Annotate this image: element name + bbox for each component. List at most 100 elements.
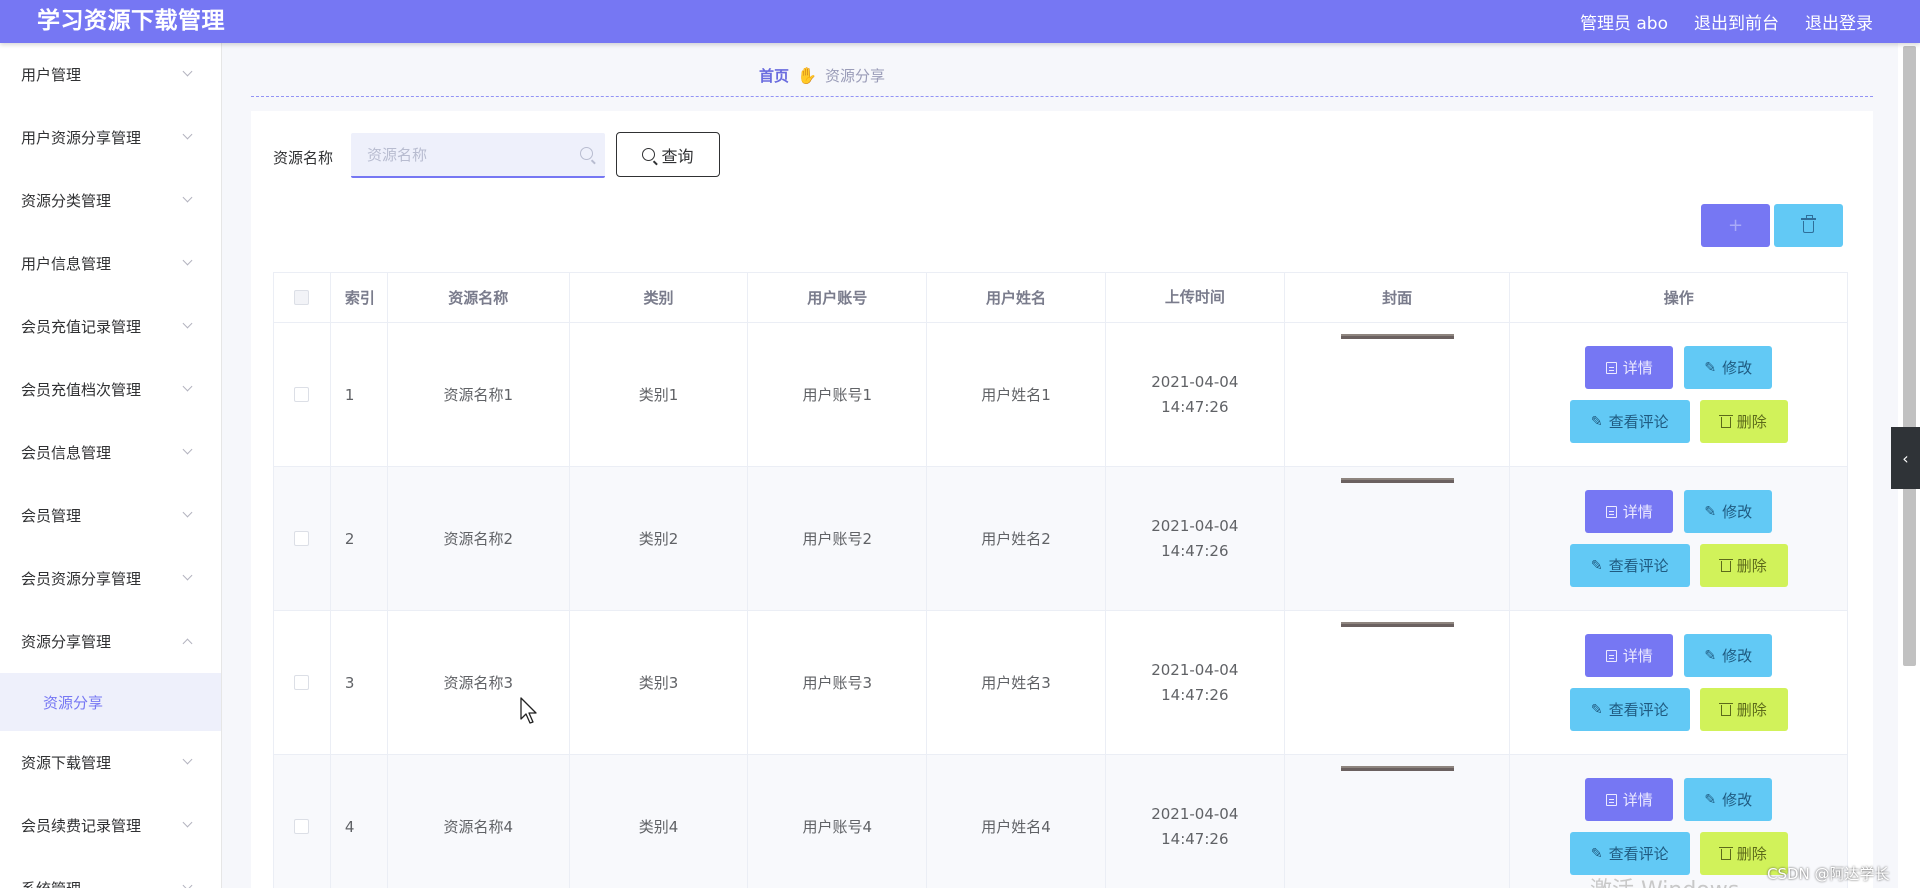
list-panel: 资源名称 资源名称 查询 + 索引 资源名称 类别 用户账号 用户姓名 上传时间: [251, 111, 1873, 888]
chevron-down-icon: [184, 68, 193, 77]
search-icon: [580, 147, 593, 160]
batch-delete-button[interactable]: [1774, 204, 1843, 247]
edit-label: 修改: [1722, 359, 1753, 377]
cell-upload-time: 2021-04-04 14:47:26: [1106, 467, 1285, 610]
row-checkbox[interactable]: [294, 387, 310, 402]
edit-button[interactable]: ✎ 修改: [1684, 346, 1773, 389]
detail-button[interactable]: 详情: [1585, 634, 1674, 677]
edit-button[interactable]: ✎ 修改: [1684, 490, 1773, 533]
chevron-down-icon: [184, 756, 193, 765]
mouse-cursor-icon: [520, 697, 537, 724]
main-content: 首页 ✋ 资源分享 资源名称 资源名称 查询 + 索引 资源名称 类别 用户账号: [222, 43, 1898, 888]
sidebar-item-system[interactable]: 系统管理: [0, 857, 221, 888]
comment-label: 查看评论: [1608, 557, 1669, 575]
sidebar-item-label: 会员资源分享管理: [21, 570, 142, 588]
chevron-down-icon: [184, 257, 193, 266]
cell-name: 资源名称3: [388, 611, 570, 754]
trash-icon: [1718, 703, 1733, 716]
sidebar-item-category[interactable]: 资源分类管理: [0, 169, 221, 232]
cell-upload-time: 2021-04-04 14:47:26: [1106, 755, 1285, 888]
cover-thumbnail[interactable]: [1340, 478, 1454, 483]
delete-label: 删除: [1736, 413, 1767, 431]
cell-category: 类别2: [570, 467, 749, 610]
header-category: 类别: [570, 273, 749, 322]
cover-thumbnail[interactable]: [1340, 766, 1454, 771]
view-comments-button[interactable]: ✎ 查看评论: [1569, 544, 1690, 587]
cell-category: 类别3: [570, 611, 749, 754]
select-all-checkbox[interactable]: [294, 290, 310, 305]
plus-icon: +: [1727, 215, 1744, 236]
chevron-down-icon: [184, 572, 193, 581]
edit-button[interactable]: ✎ 修改: [1684, 634, 1773, 677]
row-select-cell: [274, 611, 331, 754]
sidebar-item-member-share[interactable]: 会员资源分享管理: [0, 547, 221, 610]
cell-account: 用户账号4: [748, 755, 928, 888]
logout-link[interactable]: 退出登录: [1805, 9, 1873, 34]
exit-to-front-link[interactable]: 退出到前台: [1694, 9, 1779, 34]
cover-thumbnail[interactable]: [1340, 622, 1454, 627]
trash-icon: [1718, 415, 1733, 428]
search-input[interactable]: 资源名称: [351, 133, 605, 178]
cell-cover: [1285, 467, 1511, 610]
sidebar-item-user[interactable]: 用户管理: [0, 43, 221, 106]
cell-name: 资源名称1: [388, 323, 570, 466]
chevron-down-icon: [184, 320, 193, 329]
detail-button[interactable]: 详情: [1585, 490, 1674, 533]
sidebar-item-download[interactable]: 资源下载管理: [0, 731, 221, 794]
collapse-toggle[interactable]: ‹: [1891, 427, 1920, 489]
sidebar-item-member[interactable]: 会员管理: [0, 484, 221, 547]
detail-label: 详情: [1622, 791, 1653, 809]
add-button[interactable]: +: [1701, 204, 1770, 247]
hand-icon: ✋: [797, 66, 817, 85]
table-row: 2 资源名称2 类别2 用户账号2 用户姓名2 2021-04-04 14:47…: [274, 467, 1847, 611]
edit-button[interactable]: ✎ 修改: [1684, 778, 1773, 821]
header-name: 资源名称: [388, 273, 570, 322]
sidebar-subitem-resource-share[interactable]: 资源分享: [0, 673, 221, 731]
top-header: 学习资源下载管理 管理员 abo 退出到前台 退出登录: [0, 0, 1920, 43]
pencil-icon: ✎: [1590, 413, 1603, 430]
detail-button[interactable]: 详情: [1585, 778, 1674, 821]
row-checkbox[interactable]: [294, 531, 310, 546]
sidebar-item-recharge-level[interactable]: 会员充值档次管理: [0, 358, 221, 421]
cell-account: 用户账号1: [748, 323, 928, 466]
delete-button[interactable]: 删除: [1699, 544, 1788, 587]
chevron-up-icon: [184, 640, 193, 649]
sidebar-item-label: 用户信息管理: [21, 255, 112, 273]
admin-label: 管理员 abo: [1579, 14, 1668, 34]
page-scrollbar[interactable]: [1903, 46, 1916, 666]
detail-label: 详情: [1622, 359, 1653, 377]
sidebar-item-recharge-record[interactable]: 会员充值记录管理: [0, 295, 221, 358]
sidebar-item-resource-share[interactable]: 资源分享管理: [0, 610, 221, 673]
chevron-left-icon: ‹: [1902, 448, 1909, 468]
sidebar-item-user-info[interactable]: 用户信息管理: [0, 232, 221, 295]
detail-button[interactable]: 详情: [1585, 346, 1674, 389]
delete-button[interactable]: 删除: [1699, 400, 1788, 443]
header-select-all: [274, 273, 331, 322]
row-checkbox[interactable]: [294, 819, 310, 834]
sidebar-item-renewal[interactable]: 会员续费记录管理: [0, 794, 221, 857]
table-body: 1 资源名称1 类别1 用户账号1 用户姓名1 2021-04-04 14:47…: [274, 323, 1847, 888]
header-upload-time: 上传时间: [1106, 273, 1285, 322]
cell-cover: [1285, 611, 1511, 754]
row-select-cell: [274, 323, 331, 466]
query-button[interactable]: 查询: [616, 132, 720, 177]
delete-button[interactable]: 删除: [1699, 688, 1788, 731]
cell-actions: 详情 ✎ 修改 ✎ 查看评论 删除: [1510, 323, 1847, 466]
row-checkbox[interactable]: [294, 675, 310, 690]
cell-index: 3: [331, 611, 388, 754]
document-icon: [1605, 649, 1617, 662]
cover-thumbnail[interactable]: [1340, 334, 1454, 339]
cell-username: 用户姓名4: [927, 755, 1106, 888]
sidebar-item-member-info[interactable]: 会员信息管理: [0, 421, 221, 484]
row-actions: 详情 ✎ 修改 ✎ 查看评论 删除: [1569, 490, 1788, 587]
delete-label: 删除: [1736, 557, 1767, 575]
view-comments-button[interactable]: ✎ 查看评论: [1569, 400, 1690, 443]
sidebar-item-label: 用户资源分享管理: [21, 129, 142, 147]
cell-account: 用户账号2: [748, 467, 928, 610]
breadcrumb-home[interactable]: 首页: [759, 65, 789, 86]
view-comments-button[interactable]: ✎ 查看评论: [1569, 688, 1690, 731]
view-comments-button[interactable]: ✎ 查看评论: [1569, 832, 1690, 875]
cell-category: 类别1: [570, 323, 749, 466]
header-cover: 封面: [1285, 273, 1511, 322]
sidebar-item-user-share[interactable]: 用户资源分享管理: [0, 106, 221, 169]
